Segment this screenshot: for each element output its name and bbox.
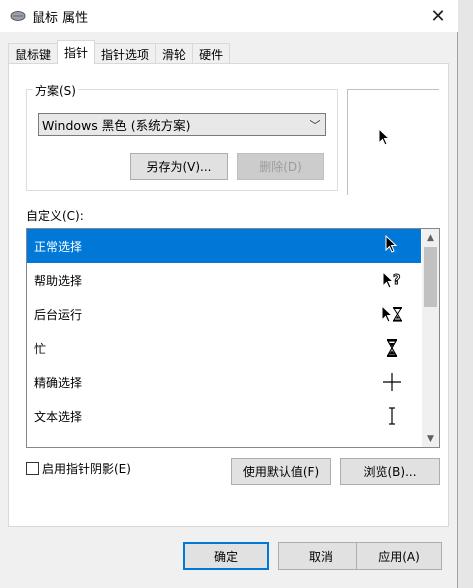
browse-button[interactable]: 浏览(B)... [340, 458, 440, 485]
custom-label: 自定义(C): [26, 209, 84, 223]
tab-buttons[interactable]: 鼠标键 [8, 43, 59, 64]
list-item[interactable]: 后台运行 [27, 297, 421, 331]
pointer-shadow-checkbox[interactable] [26, 462, 39, 475]
preview-arrow-cursor-icon [378, 128, 391, 146]
pointer-shadow-option[interactable]: 启用指针阴影(E) [26, 460, 131, 477]
pointers-panel: 方案(S) Windows 黑色 (系统方案) ﹀ 另存为(V)... 删除(D… [8, 63, 449, 527]
ibeam-cursor-icon [389, 407, 395, 425]
list-item-label: 文本选择 [34, 409, 83, 424]
svg-text:?: ? [393, 273, 401, 288]
apply-button[interactable]: 应用(A) [356, 542, 442, 570]
scheme-select[interactable]: Windows 黑色 (系统方案) ﹀ [38, 113, 326, 136]
tab-pointer-options[interactable]: 指针选项 [94, 43, 157, 64]
pointer-shadow-label: 启用指针阴影(E) [42, 462, 131, 476]
mouse-properties-dialog: 鼠标 属性 ✕ 鼠标键 指针 指针选项 滑轮 硬件 方案(S) Windows … [0, 0, 458, 588]
scroll-thumb[interactable] [424, 247, 437, 307]
list-item[interactable]: 正常选择 [27, 229, 421, 263]
window-title: 鼠标 属性 [32, 10, 89, 26]
save-as-button[interactable]: 另存为(V)... [130, 153, 228, 180]
scroll-up-icon[interactable]: ▲ [422, 229, 439, 246]
ok-button[interactable]: 确定 [183, 542, 269, 570]
tab-strip: 鼠标键 指针 指针选项 滑轮 硬件 [8, 40, 231, 64]
use-default-button[interactable]: 使用默认值(F) [231, 458, 331, 485]
tab-wheel[interactable]: 滑轮 [155, 43, 194, 64]
delete-button[interactable]: 删除(D) [237, 153, 324, 180]
list-item[interactable]: 帮助选择 ? [27, 263, 421, 297]
scroll-down-icon[interactable]: ▼ [422, 430, 439, 447]
arrow-cursor-icon [385, 234, 398, 253]
background-window-edge [458, 0, 473, 588]
hourglass-cursor-icon [386, 339, 398, 357]
cursor-preview [347, 89, 439, 195]
scheme-select-value: Windows 黑色 (系统方案) [42, 118, 191, 133]
list-item[interactable]: 文本选择 [27, 399, 421, 433]
cursor-list[interactable]: 正常选择 帮助选择 ? 后台运行 忙 精确选择 文本选择 ▲ ▼ [26, 228, 440, 448]
working-cursor-icon [381, 304, 402, 323]
list-item-label: 帮助选择 [34, 273, 83, 288]
tab-pointers[interactable]: 指针 [57, 40, 96, 64]
scheme-group: 方案(S) Windows 黑色 (系统方案) ﹀ 另存为(V)... 删除(D… [26, 82, 338, 191]
list-scrollbar[interactable]: ▲ ▼ [422, 229, 439, 447]
list-item[interactable]: 精确选择 [27, 365, 421, 399]
scheme-label: 方案(S) [33, 82, 78, 99]
cancel-button[interactable]: 取消 [278, 542, 364, 570]
list-item-label: 忙 [34, 341, 47, 356]
tab-hardware[interactable]: 硬件 [192, 43, 231, 64]
close-button[interactable]: ✕ [418, 0, 458, 32]
list-item-label: 精确选择 [34, 375, 83, 390]
list-item[interactable]: 忙 [27, 331, 421, 365]
list-item-label: 后台运行 [34, 307, 83, 322]
help-cursor-icon: ? [382, 270, 401, 289]
crosshair-cursor-icon [383, 373, 401, 391]
chevron-down-icon: ﹀ [309, 118, 321, 132]
title-bar[interactable]: 鼠标 属性 ✕ [0, 0, 458, 32]
mouse-icon [10, 11, 26, 21]
list-item-label: 正常选择 [34, 239, 83, 254]
